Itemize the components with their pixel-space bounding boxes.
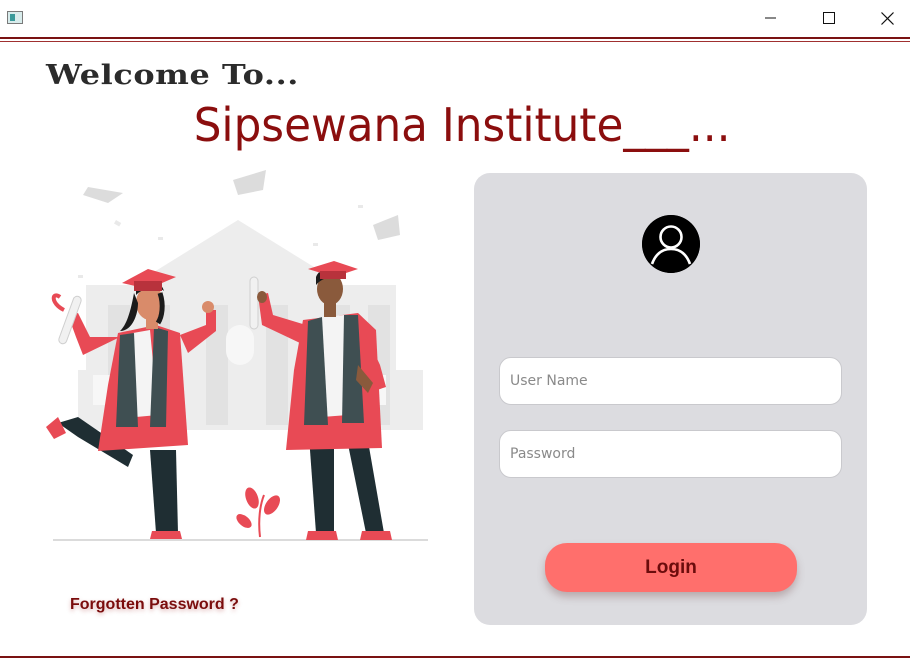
- password-input[interactable]: [499, 430, 842, 478]
- welcome-heading: Welcome To...: [46, 60, 299, 91]
- institute-title: Sipsewana Institute___...: [193, 98, 731, 152]
- minimize-button[interactable]: [748, 0, 794, 36]
- forgot-password-link[interactable]: Forgotten Password ?: [70, 596, 239, 614]
- close-button[interactable]: [864, 0, 910, 36]
- footer-divider: [0, 656, 910, 658]
- maximize-button[interactable]: [806, 0, 852, 36]
- header-divider: [0, 37, 910, 39]
- login-panel: Login: [474, 173, 867, 625]
- user-avatar-icon: [642, 215, 700, 273]
- login-button[interactable]: Login: [545, 543, 797, 592]
- username-input[interactable]: [499, 357, 842, 405]
- graduates-illustration: [46, 170, 428, 541]
- close-icon: [880, 11, 894, 25]
- title-bar: [0, 0, 910, 36]
- maximize-icon: [823, 12, 835, 24]
- header-divider-thin: [0, 41, 910, 42]
- app-window-icon: [7, 11, 23, 24]
- minimize-icon: [765, 17, 776, 19]
